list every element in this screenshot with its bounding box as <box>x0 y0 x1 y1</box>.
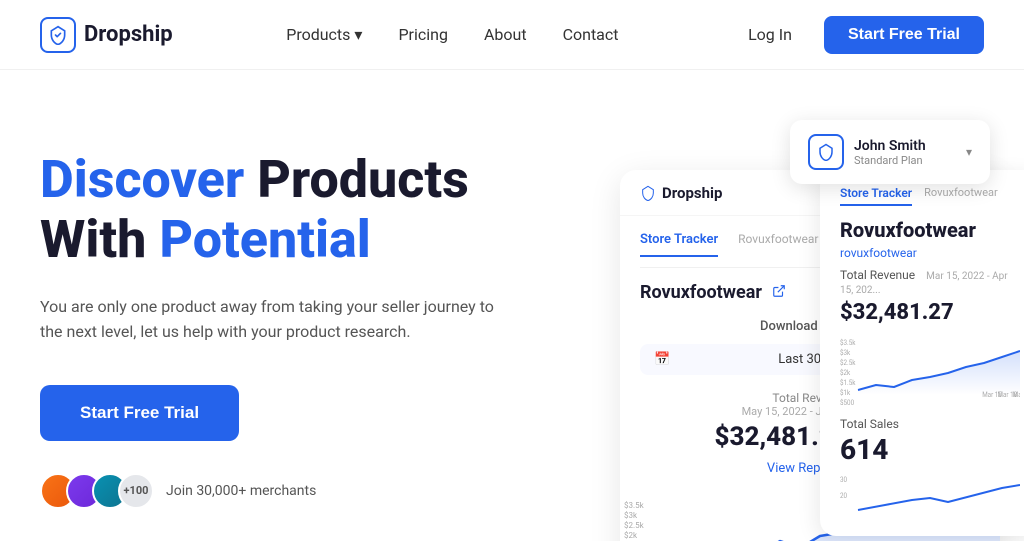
brand-logo[interactable]: Dropship <box>40 17 173 53</box>
rp-nav-tracker[interactable]: Store Tracker <box>840 186 912 206</box>
svg-text:$2k: $2k <box>840 369 851 377</box>
rp-revenue-label: Total Revenue Mar 15, 2022 - Apr 15, 202… <box>840 268 1020 296</box>
nav-about[interactable]: About <box>484 25 527 44</box>
logo-icon <box>40 17 76 53</box>
profile-plan: Standard Plan <box>854 154 956 167</box>
svg-text:30: 30 <box>840 476 847 484</box>
merchant-count-text: Join 30,000+ merchants <box>166 483 316 499</box>
profile-info: John Smith Standard Plan <box>854 138 956 167</box>
rp-sales-chart: 30 20 <box>840 470 1020 520</box>
merchant-avatars: +100 <box>40 473 154 509</box>
store-tab-tracker[interactable]: Store Tracker <box>640 232 718 257</box>
navbar: Dropship Products ▾ Pricing About Contac… <box>0 0 1024 70</box>
dashboard-preview: John Smith Standard Plan ▾ Dropship ☰ St… <box>620 120 1000 541</box>
profile-avatar-icon <box>808 134 844 170</box>
svg-text:$3k: $3k <box>624 511 638 520</box>
svg-text:$2.5k: $2.5k <box>840 359 856 367</box>
svg-text:$3k: $3k <box>840 349 851 357</box>
hero-section: Discover Products With Potential You are… <box>0 70 1024 541</box>
nav-products[interactable]: Products ▾ <box>286 25 362 44</box>
nav-contact[interactable]: Contact <box>563 25 619 44</box>
store-name: Rovuxfootwear <box>640 282 762 303</box>
right-panel: Store Tracker Rovuxfootwear Rovuxfootwea… <box>820 170 1024 536</box>
rp-store-nav: Store Tracker Rovuxfootwear <box>840 186 1020 206</box>
hero-left: Discover Products With Potential You are… <box>40 130 600 509</box>
hero-cta-button[interactable]: Start Free Trial <box>40 385 239 441</box>
calendar-icon: 📅 <box>654 352 670 367</box>
svg-text:$2k: $2k <box>624 531 638 540</box>
svg-text:20: 20 <box>840 492 847 500</box>
hero-subtitle: You are only one product away from takin… <box>40 294 520 345</box>
login-button[interactable]: Log In <box>732 17 808 52</box>
profile-chevron-icon: ▾ <box>966 145 972 159</box>
avatar-plus-count: +100 <box>118 473 154 509</box>
profile-card: John Smith Standard Plan ▾ <box>790 120 990 184</box>
merchants-row: +100 Join 30,000+ merchants <box>40 473 600 509</box>
svg-text:$500: $500 <box>840 399 854 405</box>
title-products: Products <box>257 149 469 210</box>
svg-text:$3.5k: $3.5k <box>624 501 645 510</box>
store-tab-name[interactable]: Rovuxfootwear <box>738 232 818 257</box>
chevron-down-icon: ▾ <box>354 25 362 44</box>
brand-name: Dropship <box>84 22 173 47</box>
start-free-trial-button[interactable]: Start Free Trial <box>824 16 984 54</box>
title-with: With <box>40 209 146 270</box>
store-external-link[interactable] <box>772 284 786 301</box>
rp-store-name: Rovuxfootwear <box>840 218 1020 242</box>
svg-text:$2.5k: $2.5k <box>624 521 645 530</box>
hero-title: Discover Products With Potential <box>40 150 600 270</box>
nav-pricing[interactable]: Pricing <box>398 25 448 44</box>
svg-text:$1k: $1k <box>840 389 851 397</box>
title-potential: Potential <box>159 209 370 270</box>
app-logo-mini: Dropship <box>640 184 722 202</box>
profile-name: John Smith <box>854 138 956 154</box>
svg-text:$3.5k: $3.5k <box>840 339 856 347</box>
rp-store-link[interactable]: rovuxfootwear <box>840 246 1020 260</box>
svg-text:$1.5k: $1.5k <box>840 379 856 387</box>
title-discover: Discover <box>40 149 244 210</box>
rp-nav-store[interactable]: Rovuxfootwear <box>924 186 998 206</box>
rp-revenue-chart: $3.5k $3k $2.5k $2k $1.5k $1k $500 Mar 1… <box>840 335 1020 405</box>
nav-links: Products ▾ Pricing About Contact <box>286 25 618 44</box>
rp-sales-value: 614 <box>840 433 1020 466</box>
rp-sales-label: Total Sales <box>840 417 1020 431</box>
nav-actions: Log In Start Free Trial <box>732 16 984 54</box>
rp-revenue-amount: $32,481.27 <box>840 300 1020 325</box>
